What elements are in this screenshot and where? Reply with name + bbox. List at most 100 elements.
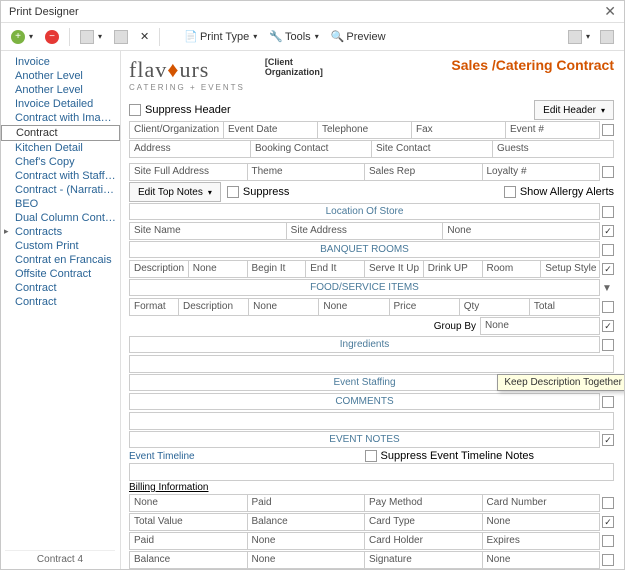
field-cell[interactable]: Expires [483,532,601,550]
tree-item[interactable]: Custom Print [1,239,120,253]
tree-item[interactable]: Contract with Images [1,111,120,125]
field-cell[interactable]: Loyalty # [483,163,601,181]
tool-btn-1[interactable]: ▾ [76,28,106,46]
minus-icon [45,30,59,44]
tree-item[interactable]: Contract [1,295,120,309]
tree-item[interactable]: Kitchen Detail [1,141,120,155]
field-cell[interactable]: Begin It [248,260,307,278]
food-row-check[interactable] [602,301,614,313]
print-type-menu[interactable]: 📄 Print Type▾ [180,28,261,45]
field-cell[interactable]: Telephone [318,121,412,139]
field-cell[interactable]: Booking Contact [251,140,372,158]
tree-item[interactable]: Another Level [1,69,120,83]
tree-item[interactable]: Contract [1,125,120,141]
event-notes-check[interactable] [602,434,614,446]
group-by-value[interactable]: None [480,317,600,335]
field-cell[interactable]: Total Value [129,513,248,531]
field-cell[interactable]: Address [129,140,251,158]
field-cell[interactable]: Card Number [483,494,601,512]
field-cell[interactable]: None [319,298,389,316]
toolbar: ▾ ▾ ✕ 📄 Print Type▾ 🔧 Tools▾ 🔍 Preview ▾ [1,23,624,51]
field-cell[interactable]: Card Holder [365,532,483,550]
field-cell[interactable]: Room [483,260,542,278]
remove-button[interactable] [41,28,63,46]
field-cell[interactable]: Guests [493,140,614,158]
show-allergy-check[interactable] [504,186,516,198]
event-timeline-link[interactable]: Event Timeline [129,451,195,462]
field-cell[interactable]: Setup Style [541,260,600,278]
banquet-check[interactable] [602,244,614,256]
suppress-top-check[interactable] [227,186,239,198]
add-button[interactable]: ▾ [7,28,37,46]
tree-item[interactable]: Contract [1,281,120,295]
suppress-header-check[interactable] [129,104,141,116]
field-cell[interactable]: None [249,298,319,316]
section-banquet: BANQUET ROOMS [129,241,600,258]
preview-button[interactable]: 🔍 Preview [327,28,390,45]
tree-item[interactable]: Invoice [1,55,120,69]
field-cell[interactable]: Qty [460,298,530,316]
field-cell[interactable]: Balance [248,513,366,531]
section-comments: COMMENTS [129,393,600,410]
close-icon[interactable]: ✕ [604,3,616,20]
field-cell[interactable]: Site Address [287,222,444,240]
layout-icon[interactable]: ▾ [564,28,594,46]
field-cell[interactable]: None [248,532,366,550]
field-cell[interactable]: None [189,260,248,278]
field-cell[interactable]: Event Date [224,121,318,139]
print-list: InvoiceAnother LevelAnother LevelInvoice… [1,51,121,569]
billing-info-header: Billing Information [129,482,208,493]
field-cell[interactable]: Signature [365,551,483,569]
field-cell[interactable]: Client/Organization [129,121,224,139]
field-cell[interactable]: Site Contact [372,140,493,158]
field-cell[interactable]: Price [390,298,460,316]
field-cell[interactable]: None [483,513,601,531]
ingredients-check[interactable] [602,339,614,351]
tree-item[interactable]: Contrat en Francais [1,253,120,267]
edit-header-button[interactable]: Edit Header▾ [534,100,614,120]
tools-menu[interactable]: 🔧 Tools▾ [265,28,322,45]
field-cell[interactable]: Theme [248,163,366,181]
field-cell[interactable]: Site Name [129,222,287,240]
group-by-check[interactable] [602,320,614,332]
filter-icon[interactable]: ▼ [602,283,614,294]
export-icon[interactable] [596,28,618,46]
banquet-row-check[interactable] [602,263,614,275]
tool-btn-3[interactable]: ✕ [136,28,153,45]
tree-item[interactable]: Offsite Contract [1,267,120,281]
field-cell[interactable]: Pay Method [365,494,483,512]
location-check[interactable] [602,206,614,218]
field-cell[interactable]: End It [306,260,365,278]
field-cell[interactable]: Drink UP [424,260,483,278]
tree-item[interactable]: Contract with Staffing [1,169,120,183]
suppress-timeline-label: Suppress Event Timeline Notes [381,450,534,462]
location-row-check[interactable] [602,225,614,237]
tree-item[interactable]: BEO [1,197,120,211]
tree-item[interactable]: ▸Contracts [1,225,120,239]
field-cell[interactable]: Event # [506,121,600,139]
field-cell[interactable]: Description [179,298,249,316]
tree-item[interactable]: Another Level [1,83,120,97]
field-cell[interactable]: None [443,222,600,240]
tool-btn-2[interactable] [110,28,132,46]
field-cell[interactable]: Site Full Address [129,163,248,181]
tree-item[interactable]: Dual Column Contract [1,211,120,225]
field-cell[interactable]: Sales Rep [365,163,483,181]
tree-item[interactable]: Invoice Detailed [1,97,120,111]
field-cell[interactable]: Serve It Up [365,260,424,278]
field-cell[interactable]: None [483,551,601,569]
field-cell[interactable]: Paid [248,494,366,512]
field-cell[interactable]: Card Type [365,513,483,531]
tree-item[interactable]: Contract - (Narrative) [1,183,120,197]
field-cell[interactable]: Balance [129,551,248,569]
tree-item[interactable]: Chef's Copy [1,155,120,169]
field-cell[interactable]: Total [530,298,600,316]
field-cell[interactable]: Paid [129,532,248,550]
comments-check[interactable] [602,396,614,408]
field-cell[interactable]: None [248,551,366,569]
field-cell[interactable]: None [129,494,248,512]
suppress-timeline-check[interactable] [365,450,377,462]
field-cell[interactable]: Description [129,260,189,278]
field-cell[interactable]: Fax [412,121,506,139]
edit-top-notes-button[interactable]: Edit Top Notes▾ [129,182,221,202]
